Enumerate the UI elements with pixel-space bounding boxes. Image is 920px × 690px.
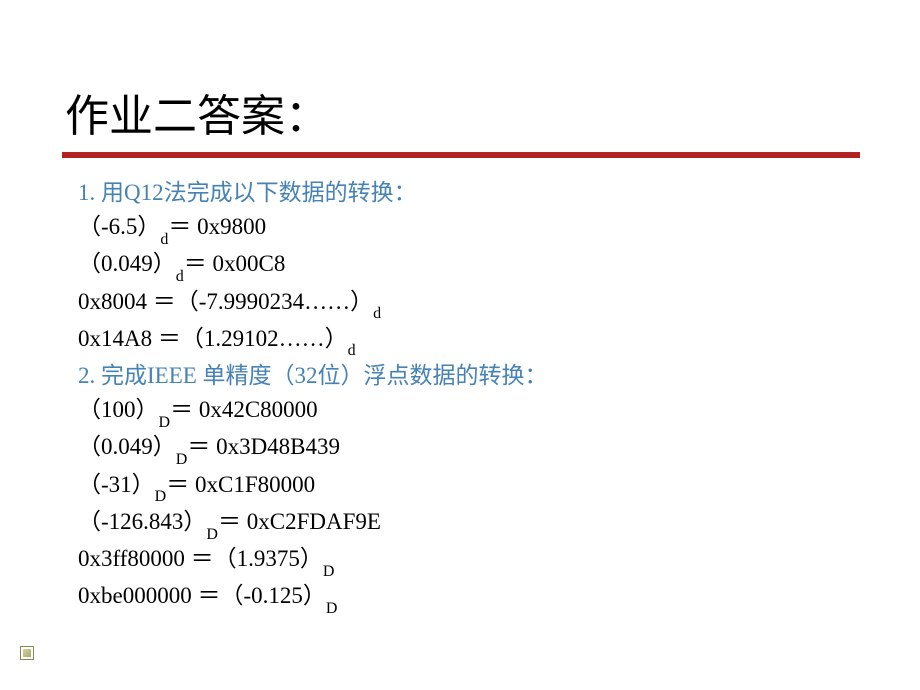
q2-line3-sub: D <box>155 488 167 505</box>
q1-line1-rest: ＝ 0x9800 <box>168 214 266 239</box>
q1-line2: （0.049）d＝ 0x00C8 <box>78 247 860 284</box>
q2-line5: 0x3ff80000 ＝（1.9375）D <box>78 542 860 579</box>
q1-line2-sub: d <box>176 268 184 285</box>
q2-line5-sub: D <box>323 563 335 580</box>
q1-line2-rest: ＝ 0x00C8 <box>184 251 286 276</box>
question1-heading: 1. 用Q12法完成以下数据的转换： <box>78 176 860 210</box>
q2-line1: （100）D＝ 0x42C80000 <box>78 393 860 430</box>
q2-line2: （0.049）D＝ 0x3D48B439 <box>78 430 860 467</box>
q1-line3-prefix: 0x8004 ＝（-7.9990234……） <box>78 289 373 314</box>
q1-line4-sub: d <box>348 342 356 359</box>
title-underline <box>62 152 860 158</box>
q2-line4-rest: ＝ 0xC2FDAF9E <box>218 509 381 534</box>
q1-line1-sub: d <box>160 231 168 248</box>
q1-line1-prefix: （-6.5） <box>78 214 160 239</box>
q1-line3-sub: d <box>373 305 381 322</box>
q1-line4: 0x14A8 ＝（1.29102……）d <box>78 322 860 359</box>
q1-line4-prefix: 0x14A8 ＝（1.29102……） <box>78 326 348 351</box>
q2-line3-rest: ＝ 0xC1F80000 <box>166 472 315 497</box>
q2-line1-sub: D <box>159 414 171 431</box>
q2-line2-sub: D <box>176 451 188 468</box>
question2-heading: 2. 完成IEEE 单精度（32位）浮点数据的转换： <box>78 359 860 393</box>
q2-line3-prefix: （-31） <box>78 472 155 497</box>
decorative-bullet-icon <box>20 646 34 660</box>
q2-line1-rest: ＝ 0x42C80000 <box>170 397 318 422</box>
q2-line6: 0xbe000000 ＝（-0.125）D <box>78 579 860 616</box>
slide-container: 作业二答案： 1. 用Q12法完成以下数据的转换： （-6.5）d＝ 0x980… <box>0 0 920 657</box>
q1-line2-prefix: （0.049） <box>78 251 176 276</box>
q2-line4-sub: D <box>206 526 218 543</box>
q2-line3: （-31）D＝ 0xC1F80000 <box>78 468 860 505</box>
q2-line4: （-126.843）D＝ 0xC2FDAF9E <box>78 505 860 542</box>
q2-line2-prefix: （0.049） <box>78 434 176 459</box>
q1-line3: 0x8004 ＝（-7.9990234……）d <box>78 285 860 322</box>
q2-line2-rest: ＝ 0x3D48B439 <box>187 434 340 459</box>
slide-title: 作业二答案： <box>65 80 860 144</box>
q2-line5-prefix: 0x3ff80000 ＝（1.9375） <box>78 546 323 571</box>
q1-line1: （-6.5）d＝ 0x9800 <box>78 210 860 247</box>
q2-line6-prefix: 0xbe000000 ＝（-0.125） <box>78 583 326 608</box>
q2-line6-sub: D <box>326 600 338 617</box>
q2-line1-prefix: （100） <box>78 397 159 422</box>
content-body: 1. 用Q12法完成以下数据的转换： （-6.5）d＝ 0x9800 （0.04… <box>60 176 860 617</box>
q2-line4-prefix: （-126.843） <box>78 509 206 534</box>
